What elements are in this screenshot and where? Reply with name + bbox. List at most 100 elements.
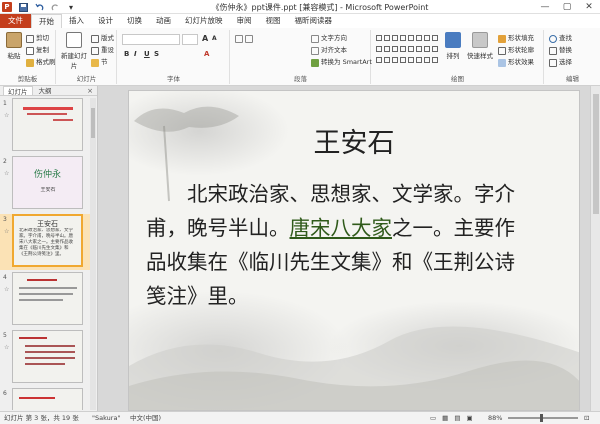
shape-icon[interactable] [392,57,398,63]
shape-icon[interactable] [408,35,414,41]
shape-icon[interactable] [424,46,430,52]
pane-scrollbar-thumb[interactable] [91,108,95,138]
tab-design[interactable]: 设计 [91,14,120,28]
reset-button[interactable]: 重设 [91,45,114,56]
shape-effects-button[interactable]: 形状效果 [498,57,534,68]
tab-outline[interactable]: 大纲 [35,86,56,95]
redo-icon[interactable] [50,2,60,12]
shape-icon[interactable] [384,57,390,63]
shape-icon[interactable] [392,35,398,41]
tab-animations[interactable]: 动画 [149,14,178,28]
slide-thumbnail-3[interactable]: 3 ☆ 王安石 北宋政治家、思想家、文学家。字介甫，晚号半山。唐宋八大家之一。主… [0,214,90,270]
normal-view-icon[interactable]: ▭ [430,412,436,424]
shape-icon[interactable] [400,35,406,41]
slide-thumbnail-1[interactable]: 1 ☆ [0,98,90,154]
bold-button[interactable]: B [124,50,129,58]
section-button[interactable]: 节 [91,57,108,68]
shape-icon[interactable] [400,46,406,52]
find-button[interactable]: 查找 [549,33,572,44]
font-name-box[interactable] [122,34,180,45]
slide-title[interactable]: 王安石 [129,121,579,160]
grow-font-button[interactable]: A [202,34,208,43]
shape-icon[interactable] [392,46,398,52]
font-color-button[interactable]: A [204,50,209,58]
paragraph-group: 文字方向 对齐文本 转换为 SmartArt 段落 [231,30,372,84]
shape-icon[interactable] [424,57,430,63]
customize-toolbar-icon[interactable]: ▾ [66,2,76,12]
shape-icon[interactable] [432,57,438,63]
shape-outline-button[interactable]: 形状轮廓 [498,45,534,56]
slide-body-text[interactable]: 北宋政治家、思想家、文学家。字介甫，晚号半山。唐宋八大家之一。主要作品收集在《临… [146,177,531,313]
slide-thumbnail-4[interactable]: 4 ☆ [0,272,90,328]
shrink-font-button[interactable]: A [212,35,217,42]
editor-scrollbar-thumb[interactable] [593,94,599,214]
tab-slideshow[interactable]: 幻灯片放映 [178,14,230,28]
pane-scrollbar[interactable] [90,98,96,410]
tab-view[interactable]: 视图 [259,14,288,28]
align-text-button[interactable]: 对齐文本 [311,45,347,56]
tab-home[interactable]: 开始 [31,14,62,28]
body-hyperlink[interactable]: 唐宋八大家 [290,216,393,240]
zoom-slider-thumb[interactable] [540,414,543,422]
text-direction-button[interactable]: 文字方向 [311,33,347,44]
editor-scrollbar[interactable] [590,86,600,411]
shape-icon[interactable] [400,57,406,63]
shadow-button[interactable]: S [154,50,159,58]
undo-icon[interactable] [34,2,44,12]
shape-icon[interactable] [432,46,438,52]
arrange-button[interactable]: 排列 [442,32,464,68]
font-size-box[interactable] [182,34,198,45]
shape-icon[interactable] [424,35,430,41]
underline-button[interactable]: U [144,50,150,58]
slide-thumbnail-5[interactable]: 5 ☆ [0,330,90,386]
replace-button[interactable]: 替换 [549,45,572,56]
shape-icon[interactable] [416,57,422,63]
italic-button[interactable]: I [134,50,137,58]
shape-icon[interactable] [376,35,382,41]
quick-styles-label: 快速样式 [467,52,493,60]
layout-button[interactable]: 版式 [91,33,114,44]
shape-fill-button[interactable]: 形状填充 [498,33,534,44]
shape-icon[interactable] [416,46,422,52]
quick-styles-button[interactable]: 快速样式 [466,32,494,68]
tab-foxit[interactable]: 福昕阅读器 [288,14,340,28]
tab-transitions[interactable]: 切换 [120,14,149,28]
shape-icon[interactable] [432,35,438,41]
slide-thumbnail-2[interactable]: 2 ☆ 伤仲永 王安石 [0,156,90,212]
fit-to-window-icon[interactable]: ⊡ [584,412,589,424]
shape-icon[interactable] [408,46,414,52]
tab-review[interactable]: 审阅 [230,14,259,28]
current-slide[interactable]: 王安石 北宋政治家、思想家、文学家。字介甫，晚号半山。唐宋八大家之一。主要作品收… [128,90,580,411]
tab-insert[interactable]: 插入 [62,14,91,28]
zoom-slider[interactable] [508,417,578,419]
format-painter-button[interactable]: 格式刷 [26,57,56,68]
slide-sorter-icon[interactable]: ▦ [442,412,448,424]
select-button[interactable]: 选择 [549,57,572,68]
tab-file[interactable]: 文件 [0,14,31,28]
powerpoint-app-icon[interactable]: P [2,2,12,12]
shape-icon[interactable] [376,46,382,52]
paste-button[interactable]: 粘贴 [2,32,26,68]
copy-button[interactable]: 复制 [26,45,49,56]
minimize-button[interactable]: — [534,0,556,14]
shape-icon[interactable] [408,57,414,63]
zoom-level[interactable]: 88% [488,412,502,424]
shape-icon[interactable] [416,35,422,41]
shape-icon[interactable] [384,35,390,41]
shape-icon[interactable] [384,46,390,52]
cut-button[interactable]: 剪切 [26,33,49,44]
reading-view-icon[interactable]: ▤ [454,412,460,424]
maximize-button[interactable]: ▢ [556,0,578,14]
smartart-button[interactable]: 转换为 SmartArt [311,57,372,68]
tab-slides-thumbnails[interactable]: 幻灯片 [3,86,33,96]
slide-thumbnail-6[interactable]: 6 [0,388,90,410]
save-icon[interactable] [18,2,28,12]
new-slide-button[interactable]: 新建幻灯片 [60,32,88,70]
shape-icon[interactable] [376,57,382,63]
bullets-button[interactable] [235,33,253,44]
language-status[interactable]: 中文(中国) [130,412,161,424]
slideshow-icon[interactable]: ▣ [466,412,472,424]
close-button[interactable]: ✕ [578,0,600,14]
pane-close-icon[interactable]: × [87,86,93,96]
shapes-gallery[interactable] [376,33,438,67]
